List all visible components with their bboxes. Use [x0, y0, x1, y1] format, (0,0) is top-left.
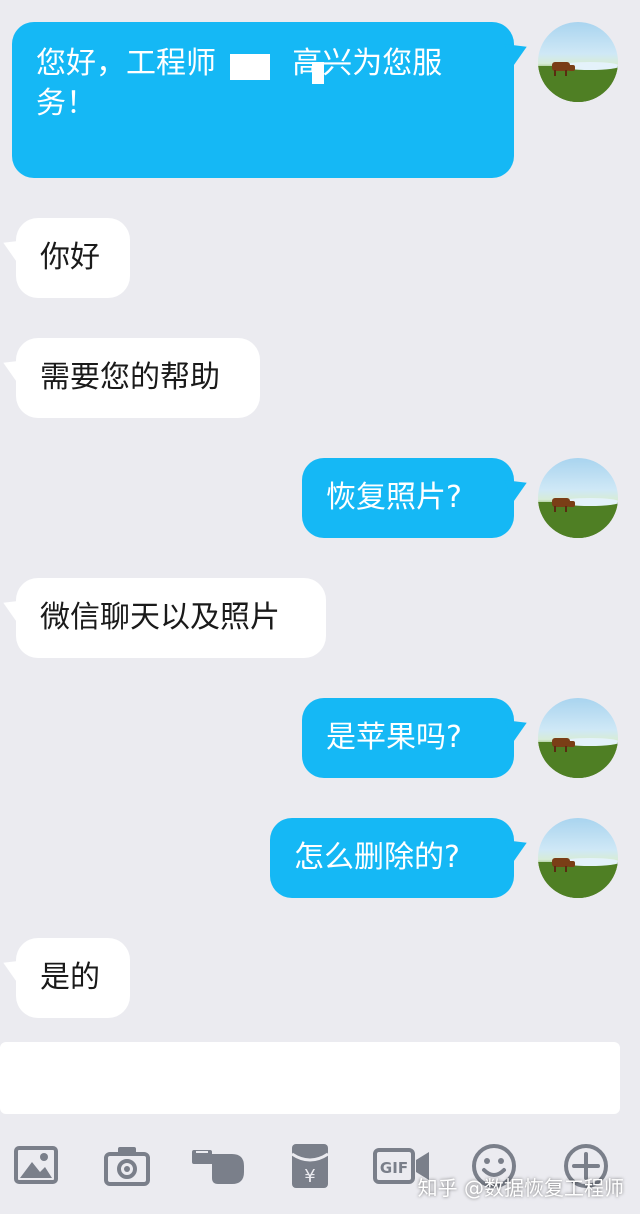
message-input-field[interactable] — [16, 1048, 600, 1110]
message-text-line-2: 务！ — [36, 86, 96, 121]
avatar[interactable] — [538, 458, 618, 538]
camera-icon — [104, 1147, 150, 1186]
message-bubble[interactable]: 您好，工程师 高兴为您服 务！ — [12, 22, 532, 178]
poke-icon — [192, 1150, 244, 1184]
message-bubble[interactable]: 是苹果吗? — [302, 698, 532, 778]
message-bubble[interactable]: 需要您的帮助 — [0, 338, 260, 418]
image-button[interactable] — [12, 1142, 60, 1190]
message-text: 微信聊天以及照片 — [40, 600, 280, 635]
message-text: 是的 — [40, 960, 100, 995]
redaction-mask — [312, 62, 324, 84]
chat-message-list: 您好，工程师 高兴为您服 务！ 你好 需要您的帮助 恢复照片? 微信聊天以及照片… — [0, 0, 640, 1035]
avatar[interactable] — [538, 818, 618, 898]
cow-pasture-avatar-image — [538, 498, 618, 538]
message-bubble[interactable]: 微信聊天以及照片 — [0, 578, 326, 658]
message-bubble[interactable]: 怎么删除的? — [270, 818, 532, 898]
avatar[interactable] — [538, 698, 618, 778]
avatar[interactable] — [538, 22, 618, 102]
svg-text:¥: ¥ — [304, 1166, 315, 1187]
red-packet-icon: ¥ — [291, 1144, 329, 1188]
cow-pasture-avatar-image — [538, 62, 618, 102]
message-text: 怎么删除的? — [294, 840, 460, 875]
message-text: 需要您的帮助 — [40, 360, 220, 395]
camera-button[interactable] — [103, 1142, 151, 1190]
cow-pasture-avatar-image — [538, 738, 618, 778]
cow-pasture-avatar-image — [538, 858, 618, 898]
image-icon — [14, 1146, 58, 1184]
red-packet-button[interactable]: ¥ — [290, 1142, 330, 1190]
message-input[interactable] — [0, 1042, 620, 1114]
message-text: 恢复照片? — [326, 480, 462, 515]
message-bubble[interactable]: 你好 — [0, 218, 130, 298]
watermark: 知乎 @数据恢复工程师 — [417, 1176, 624, 1200]
poke-button[interactable] — [192, 1142, 248, 1190]
message-text: 是苹果吗? — [326, 720, 462, 755]
message-text: 你好 — [40, 240, 100, 275]
redaction-mask — [230, 54, 270, 80]
svg-text:GIF: GIF — [380, 1159, 408, 1177]
message-bubble[interactable]: 恢复照片? — [302, 458, 532, 538]
message-bubble[interactable]: 是的 — [0, 938, 130, 1018]
